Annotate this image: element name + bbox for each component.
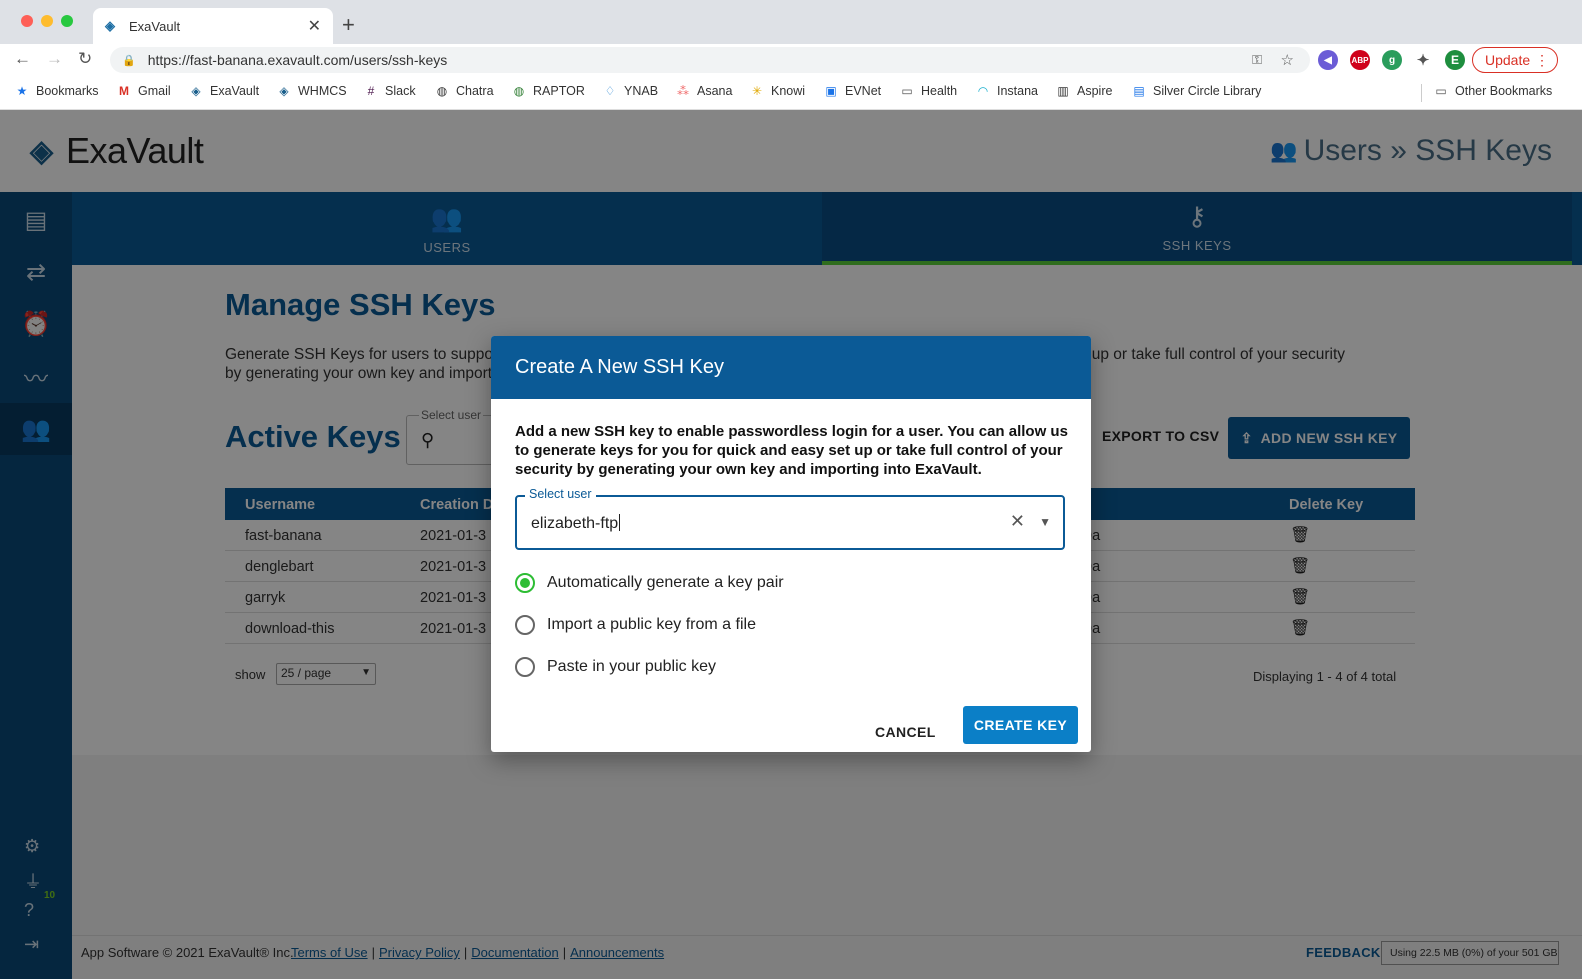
back-icon[interactable]: ← xyxy=(14,49,31,69)
bookmark-item[interactable]: ◈ WHMCS xyxy=(276,84,346,98)
radio-button[interactable] xyxy=(515,573,535,593)
grammarly-icon[interactable]: g xyxy=(1382,50,1402,70)
browser-tab[interactable]: ◈ ExaVault ✕ xyxy=(93,8,333,44)
evnet-icon: ▣ xyxy=(825,84,837,98)
update-label: Update xyxy=(1485,52,1531,68)
lock-icon: 🔒 xyxy=(122,54,136,67)
extension-icon[interactable]: ◀ xyxy=(1318,50,1338,70)
caret-down-icon[interactable]: ▼ xyxy=(1039,515,1051,529)
bookmark-item[interactable]: # Slack xyxy=(363,84,416,98)
ynab-icon: ♢ xyxy=(604,84,616,98)
option-auto-generate[interactable]: Automatically generate a key pair xyxy=(515,573,784,593)
exavault-icon: ◈ xyxy=(191,84,201,98)
exavault-favicon-icon: ◈ xyxy=(105,18,115,33)
clear-icon[interactable]: ✕ xyxy=(1010,511,1025,532)
dialog-description: Add a new SSH key to enable passwordless… xyxy=(515,423,1068,478)
bookmark-item[interactable]: ▣ EVNet xyxy=(823,84,881,98)
bookmark-item[interactable]: ♢ YNAB xyxy=(602,84,658,98)
other-bookmarks[interactable]: ▭ Other Bookmarks xyxy=(1433,84,1552,98)
bookmark-item[interactable]: ◍ RAPTOR xyxy=(511,84,585,98)
bookmarks-bar: ★ Bookmarks M Gmail ◈ ExaVault ◈ WHMCS # Slac… xyxy=(0,76,1582,110)
profile-avatar[interactable]: E xyxy=(1445,50,1465,70)
cancel-button[interactable]: CANCEL xyxy=(867,716,944,748)
bookmark-item[interactable]: ⁂ Asana xyxy=(675,84,732,98)
globe-icon: ◍ xyxy=(436,84,448,98)
bookmark-item[interactable]: ▭ Health xyxy=(899,84,957,98)
knowi-icon: ✳ xyxy=(751,84,763,98)
browser-toolbar: ← → ↻ 🔒 https://fast-banana.exavault.com… xyxy=(0,44,1582,76)
instana-icon: ◠ xyxy=(977,84,989,98)
browser-update-button[interactable]: Update ⋮ xyxy=(1472,47,1558,73)
select-user-field[interactable]: Select user elizabeth-ftp ✕ ▼ xyxy=(515,487,1065,550)
create-key-button[interactable]: CREATE KEY xyxy=(963,706,1078,744)
extensions-puzzle-icon[interactable]: ✦ xyxy=(1413,50,1433,70)
bookmark-item[interactable]: ◍ Chatra xyxy=(434,84,494,98)
forward-icon[interactable]: → xyxy=(46,49,63,69)
bookmark-item[interactable]: ✳ Knowi xyxy=(749,84,805,98)
asana-icon: ⁂ xyxy=(677,84,689,98)
window-zoom-button[interactable] xyxy=(61,15,73,27)
folder-icon: ▭ xyxy=(1435,84,1447,98)
folder-icon: ▭ xyxy=(901,84,913,98)
option-import-file[interactable]: Import a public key from a file xyxy=(515,615,756,635)
dialog-title: Create A New SSH Key xyxy=(491,336,1091,399)
tab-title: ExaVault xyxy=(129,18,181,34)
bookmarks-divider xyxy=(1421,84,1422,102)
slack-icon: # xyxy=(367,84,375,98)
new-tab-button[interactable]: + xyxy=(342,12,355,38)
reload-icon[interactable]: ↻ xyxy=(78,49,92,69)
aspire-icon: ▥ xyxy=(1057,84,1069,98)
exavault-icon: ◈ xyxy=(279,84,289,98)
radio-button[interactable] xyxy=(515,657,535,677)
window-close-button[interactable] xyxy=(21,15,33,27)
create-ssh-key-dialog: Create A New SSH Key Add a new SSH key t… xyxy=(491,336,1091,752)
bookmark-item[interactable]: ▥ Aspire xyxy=(1055,84,1112,98)
password-key-icon[interactable]: ⚿ xyxy=(1252,52,1262,68)
adblock-icon[interactable]: ABP xyxy=(1350,50,1370,70)
window-minimize-button[interactable] xyxy=(41,15,53,27)
bookmark-item[interactable]: ◈ ExaVault xyxy=(188,84,259,98)
bookmark-star-icon[interactable]: ☆ xyxy=(1281,51,1294,69)
select-user-label: Select user xyxy=(525,487,596,501)
tab-close-icon[interactable]: ✕ xyxy=(308,16,321,36)
bookmark-item[interactable]: ★ Bookmarks xyxy=(14,84,99,98)
select-user-value[interactable]: elizabeth-ftp xyxy=(531,514,620,533)
bookmark-item[interactable]: ◠ Instana xyxy=(975,84,1038,98)
bookmark-item[interactable]: ▤ Silver Circle Library xyxy=(1131,84,1261,98)
browser-tabbar: ◈ ExaVault ✕ + xyxy=(0,0,1582,44)
url-text: https://fast-banana.exavault.com/users/s… xyxy=(147,52,448,68)
menu-dots-icon: ⋮ xyxy=(1535,51,1549,68)
address-bar[interactable]: 🔒 https://fast-banana.exavault.com/users… xyxy=(110,47,1310,73)
radio-button[interactable] xyxy=(515,615,535,635)
gmail-icon: M xyxy=(119,84,129,98)
bookmark-item[interactable]: M Gmail xyxy=(116,84,171,98)
raptor-icon: ◍ xyxy=(513,84,525,98)
library-icon: ▤ xyxy=(1133,84,1145,98)
star-icon: ★ xyxy=(16,84,28,98)
option-paste-key[interactable]: Paste in your public key xyxy=(515,657,716,677)
